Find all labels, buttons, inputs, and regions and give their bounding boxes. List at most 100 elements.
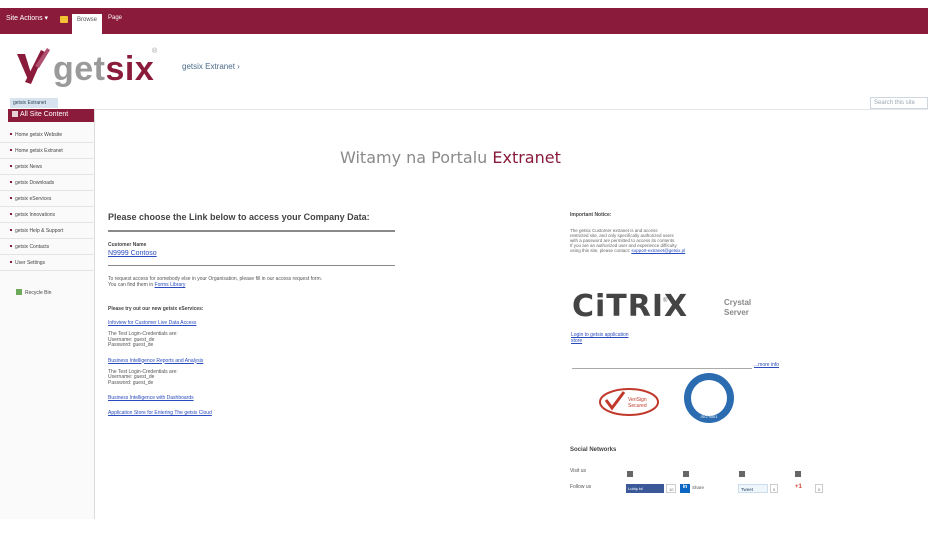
- bi-dashboards-link[interactable]: Business Intelligence with Dashboards: [108, 395, 398, 401]
- infoview-link[interactable]: Infoview for Customer Live Data Access: [108, 320, 398, 326]
- bullet-icon: [10, 261, 12, 263]
- sidebar-item-label: getsix Contacts: [15, 244, 50, 250]
- recycle-bin-icon: [16, 289, 22, 295]
- customer-name-label: Customer Name: [108, 242, 147, 248]
- sidebar-item-label: Home getsix Website: [15, 132, 63, 138]
- credentials-block: The Test Login-Credentials are: Username…: [108, 331, 398, 349]
- site-title[interactable]: getsix Extranet ›: [182, 62, 240, 71]
- list-icon: [12, 111, 18, 117]
- linkedin-share-icon[interactable]: in: [680, 484, 690, 493]
- sidebar: All Site Content Home getsix Website Hom…: [0, 109, 95, 519]
- bullet-icon: [10, 197, 12, 199]
- divider: [572, 368, 752, 369]
- sidebar-item-contacts[interactable]: getsix Contacts: [0, 239, 95, 255]
- crystal-server-logo: Crystal Server: [724, 298, 751, 318]
- linkedin-share-button[interactable]: Share: [692, 485, 704, 490]
- notice-line: using this site, please contact:: [570, 248, 631, 253]
- logo-text-get: get: [53, 50, 106, 88]
- credentials-block: The Test Login-Credentials are: Username…: [108, 369, 398, 387]
- bullet-icon: [10, 149, 12, 151]
- sidebar-item-downloads[interactable]: getsix Downloads: [0, 175, 95, 191]
- googleplus-button[interactable]: +1: [795, 484, 802, 490]
- social-networks-heading: Social Networks: [570, 447, 617, 453]
- notice-panel: Important Notice: The getsix Customer ex…: [570, 212, 800, 253]
- request-access-text: To request access for somebody else in y…: [108, 276, 398, 288]
- bullet-icon: [10, 165, 12, 167]
- sidebar-item-news[interactable]: getsix News: [0, 159, 95, 175]
- recycle-bin-link[interactable]: Recycle Bin: [16, 289, 51, 296]
- sidebar-item-label: getsix Downloads: [15, 180, 55, 186]
- sidebar-item-label: getsix Innovations: [15, 212, 56, 218]
- bullet-icon: [10, 181, 12, 183]
- twitter-icon[interactable]: [739, 471, 745, 477]
- citrix-logo: CiTRIX: [572, 289, 689, 324]
- linkedin-icon[interactable]: [683, 471, 689, 477]
- notice-text: The getsix Customer extranet is and acce…: [570, 228, 760, 253]
- sidebar-item-label: getsix News: [15, 164, 42, 170]
- recycle-bin-label: Recycle Bin: [25, 290, 52, 296]
- bullet-icon: [10, 245, 12, 247]
- sidebar-item-eservices[interactable]: getsix eServices: [0, 191, 95, 207]
- more-info-link[interactable]: ...more info: [754, 362, 779, 368]
- support-email-link[interactable]: support-extranet@getsix.pl: [631, 248, 685, 253]
- welcome-heading: Witamy na Portalu Extranet: [340, 148, 561, 167]
- visit-us-label: Visit us: [570, 468, 587, 474]
- tab-browse[interactable]: Browse: [72, 14, 102, 34]
- sidebar-item-label: getsix eServices: [15, 196, 52, 202]
- seal-bottom-text: ISO 9001: [701, 414, 719, 419]
- certification-seal-icon: TÜV NORD ISO 9001: [684, 373, 734, 423]
- header-divider: [0, 109, 928, 110]
- facebook-like-button[interactable]: Lubię to!: [626, 484, 664, 493]
- getsix-logo-icon: [17, 48, 50, 84]
- app-store-link[interactable]: Application Store for Entering The getsi…: [108, 410, 398, 416]
- sidebar-item-home-extranet[interactable]: Home getsix Extranet: [0, 143, 95, 159]
- bi-reports-link[interactable]: Business Intelligence Reports and Analys…: [108, 358, 398, 364]
- sidebar-item-home-website[interactable]: Home getsix Website: [0, 127, 95, 143]
- sidebar-item-label: User Settings: [15, 260, 46, 266]
- credentials-password: Password: guest_de: [108, 342, 154, 348]
- site-logo[interactable]: getsix: [15, 46, 165, 92]
- sidebar-item-help-support[interactable]: getsix Help & Support: [0, 223, 95, 239]
- tweet-count: 0: [770, 484, 779, 493]
- site-actions-menu[interactable]: Site Actions ▾: [6, 14, 48, 22]
- divider: [108, 230, 395, 232]
- tweet-button[interactable]: Tweet: [738, 484, 768, 493]
- citrix-app-store-link[interactable]: Login to getsix application store: [571, 332, 629, 344]
- googleplus-count: 0: [815, 484, 824, 493]
- citrix-link-line: store: [571, 337, 583, 344]
- breadcrumb[interactable]: getsix Extranet: [10, 98, 58, 108]
- logo-text-six: six: [105, 50, 155, 88]
- all-site-content-link[interactable]: All Site Content: [8, 109, 94, 122]
- facebook-icon[interactable]: [627, 471, 633, 477]
- navigate-up-icon[interactable]: [60, 16, 68, 23]
- tab-page[interactable]: Page: [108, 15, 122, 21]
- main-content: Please choose the Link below to access y…: [108, 212, 398, 416]
- notice-line-5: using this site, please contact: support…: [570, 248, 760, 253]
- credentials-password: Password: guest_de: [108, 379, 154, 386]
- eservices-heading: Please try out our new getsix eServices:: [108, 306, 204, 312]
- googleplus-icon[interactable]: [795, 471, 801, 477]
- all-site-content-label: All Site Content: [20, 111, 69, 118]
- ribbon-bar: Site Actions ▾ Browse Page: [0, 8, 928, 34]
- lead-heading: Please choose the Link below to access y…: [108, 212, 370, 222]
- forms-library-link[interactable]: Forms Library: [155, 282, 186, 288]
- bullet-icon: [10, 229, 12, 231]
- verisign-badge-icon[interactable]: VeriSign Secured: [598, 386, 660, 418]
- crystal-line: Crystal: [724, 298, 752, 307]
- citrix-registered-mark: ®: [663, 298, 668, 304]
- sidebar-item-label: getsix Help & Support: [15, 228, 64, 234]
- logo-registered-mark: ®: [152, 48, 158, 55]
- sidebar-item-user-settings[interactable]: User Settings: [0, 255, 95, 271]
- logo-wordmark: getsix: [53, 50, 154, 89]
- verisign-secured-text: Secured: [628, 403, 647, 409]
- server-line: Server: [724, 308, 749, 317]
- seal-top-text: TÜV NORD: [699, 381, 720, 386]
- sidebar-item-label: Home getsix Extranet: [15, 148, 63, 154]
- customer-link[interactable]: N9999 Contoso: [108, 250, 398, 257]
- notice-heading: Important Notice:: [570, 212, 612, 218]
- welcome-brand: Extranet: [492, 148, 561, 167]
- bullet-icon: [10, 133, 12, 135]
- divider: [108, 265, 395, 266]
- sidebar-item-innovations[interactable]: getsix Innovations: [0, 207, 95, 223]
- search-input[interactable]: Search this site: [870, 97, 928, 109]
